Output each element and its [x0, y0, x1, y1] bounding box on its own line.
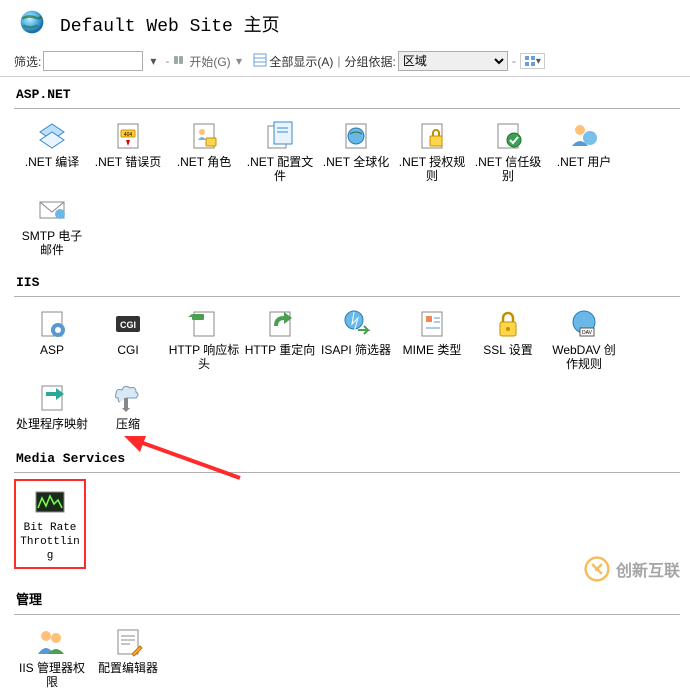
bitrate-icon: [33, 485, 67, 519]
start-button[interactable]: 开始(G): [189, 53, 230, 70]
page-header: Default Web Site 主页: [0, 0, 690, 49]
roles-icon: [187, 119, 221, 153]
show-all-button[interactable]: 全部显示(A): [269, 53, 333, 70]
handler-icon: [35, 381, 69, 415]
separator: |: [337, 54, 340, 68]
item-net-users[interactable]: .NET 用户: [546, 115, 622, 189]
mgmt-grid: IIS 管理器权限 配置编辑器: [14, 621, 680, 695]
section-title-aspnet: ASP.NET: [14, 83, 680, 106]
media-grid: Bit Rate Throttling: [14, 479, 680, 569]
watermark: 创新互联: [584, 556, 680, 582]
filter-input[interactable]: [43, 51, 143, 71]
start-dropdown[interactable]: ▾: [233, 54, 242, 68]
item-isapi-filters[interactable]: ISAPI 筛选器: [318, 303, 394, 377]
authorization-icon: [415, 119, 449, 153]
separator: [14, 472, 680, 473]
page-title: Default Web Site 主页: [60, 11, 280, 37]
item-net-globalization[interactable]: .NET 全球化: [318, 115, 394, 189]
item-net-compilation[interactable]: .NET 编译: [14, 115, 90, 189]
compression-icon: [111, 381, 145, 415]
error-page-icon: 404: [111, 119, 145, 153]
section-title-media: Media Services: [14, 447, 680, 470]
svg-text:404: 404: [124, 132, 133, 138]
group-by-select[interactable]: 区域: [398, 51, 508, 71]
compilation-icon: [35, 119, 69, 153]
separator: [14, 108, 680, 109]
permissions-icon: [35, 625, 69, 659]
separator: -: [165, 54, 169, 68]
profile-icon: [263, 119, 297, 153]
annotation-arrow: [120, 430, 250, 493]
users-icon: [567, 119, 601, 153]
item-net-authorization[interactable]: .NET 授权规则: [394, 115, 470, 189]
email-icon: [35, 193, 69, 227]
item-iis-manager-permissions[interactable]: IIS 管理器权限: [14, 621, 90, 695]
item-net-profile[interactable]: .NET 配置文件: [242, 115, 318, 189]
item-cgi[interactable]: CGICGI: [90, 303, 166, 377]
separator: -: [512, 54, 516, 68]
item-asp[interactable]: ASP: [14, 303, 90, 377]
svg-text:DAV: DAV: [582, 330, 593, 336]
mime-icon: [415, 307, 449, 341]
item-smtp-email[interactable]: SMTP 电子邮件: [14, 189, 90, 263]
group-by-label: 分组依据:: [345, 53, 396, 70]
separator: [14, 614, 680, 615]
filter-toolbar: 筛选: ▾ - 开始(G) ▾ 全部显示(A) | 分组依据: 区域 - ▾: [0, 49, 690, 77]
item-bit-rate-throttling[interactable]: Bit Rate Throttling: [14, 479, 86, 569]
globalization-icon: [339, 119, 373, 153]
headers-icon: [187, 307, 221, 341]
webdav-icon: DAV: [567, 307, 601, 341]
start-icon: [173, 53, 187, 70]
cgi-icon: CGI: [111, 307, 145, 341]
item-config-editor[interactable]: 配置编辑器: [90, 621, 166, 695]
item-net-trust[interactable]: .NET 信任级别: [470, 115, 546, 189]
section-title-iis: IIS: [14, 271, 680, 294]
isapi-icon: [339, 307, 373, 341]
item-compression[interactable]: 压缩: [90, 377, 166, 437]
item-net-error-pages[interactable]: 404.NET 错误页: [90, 115, 166, 189]
trust-icon: [491, 119, 525, 153]
item-mime-types[interactable]: MIME 类型: [394, 303, 470, 377]
view-mode-button[interactable]: ▾: [520, 53, 545, 69]
item-net-roles[interactable]: .NET 角色: [166, 115, 242, 189]
ssl-icon: [491, 307, 525, 341]
section-title-mgmt: 管理: [14, 585, 680, 612]
separator: [14, 296, 680, 297]
item-http-response-headers[interactable]: HTTP 响应标头: [166, 303, 242, 377]
config-editor-icon: [111, 625, 145, 659]
aspnet-grid: .NET 编译 404.NET 错误页 .NET 角色 .NET 配置文件 .N…: [14, 115, 680, 263]
filter-dropdown-icon[interactable]: ▾: [145, 54, 161, 68]
item-ssl-settings[interactable]: SSL 设置: [470, 303, 546, 377]
item-handler-mappings[interactable]: 处理程序映射: [14, 377, 90, 437]
redirect-icon: [263, 307, 297, 341]
iis-grid: ASP CGICGI HTTP 响应标头 HTTP 重定向 ISAPI 筛选器 …: [14, 303, 680, 437]
svg-text:CGI: CGI: [120, 320, 136, 330]
filter-label: 筛选:: [14, 53, 41, 70]
separator: [246, 54, 249, 68]
site-globe-icon: [18, 8, 46, 39]
item-webdav[interactable]: DAVWebDAV 创作规则: [546, 303, 622, 377]
asp-icon: [35, 307, 69, 341]
item-http-redirect[interactable]: HTTP 重定向: [242, 303, 318, 377]
show-all-icon: [253, 53, 267, 70]
